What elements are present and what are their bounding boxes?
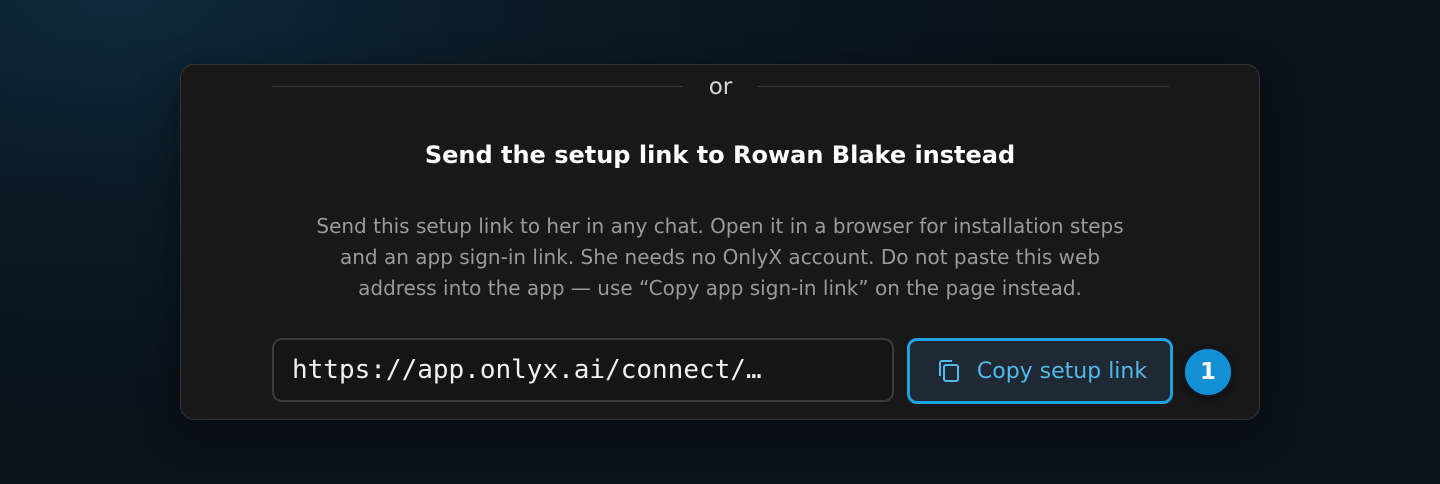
description-line: address into the app — use “Copy app sig…	[358, 276, 1082, 300]
panel-title: Send the setup link to Rowan Blake inste…	[424, 141, 1016, 169]
description-line: and an app sign-in link. She needs no On…	[339, 245, 1101, 269]
copy-icon	[933, 356, 963, 386]
description-line: Send this setup link to her in any chat.…	[316, 214, 1124, 238]
copy-setup-link-button[interactable]: Copy setup link	[907, 338, 1173, 404]
copy-button-label: Copy setup link	[976, 358, 1148, 384]
panel-description: Send this setup link to her in any chat.…	[261, 211, 1179, 304]
or-label: or	[708, 74, 733, 100]
step-badge: 1	[1183, 347, 1233, 397]
setup-link-card: or Send the setup link to Rowan Blake in…	[180, 64, 1260, 420]
divider-line-right	[758, 86, 1169, 87]
or-divider: or	[272, 74, 1169, 100]
setup-link-field[interactable]: https://app.onlyx.ai/connect/…	[272, 338, 894, 402]
